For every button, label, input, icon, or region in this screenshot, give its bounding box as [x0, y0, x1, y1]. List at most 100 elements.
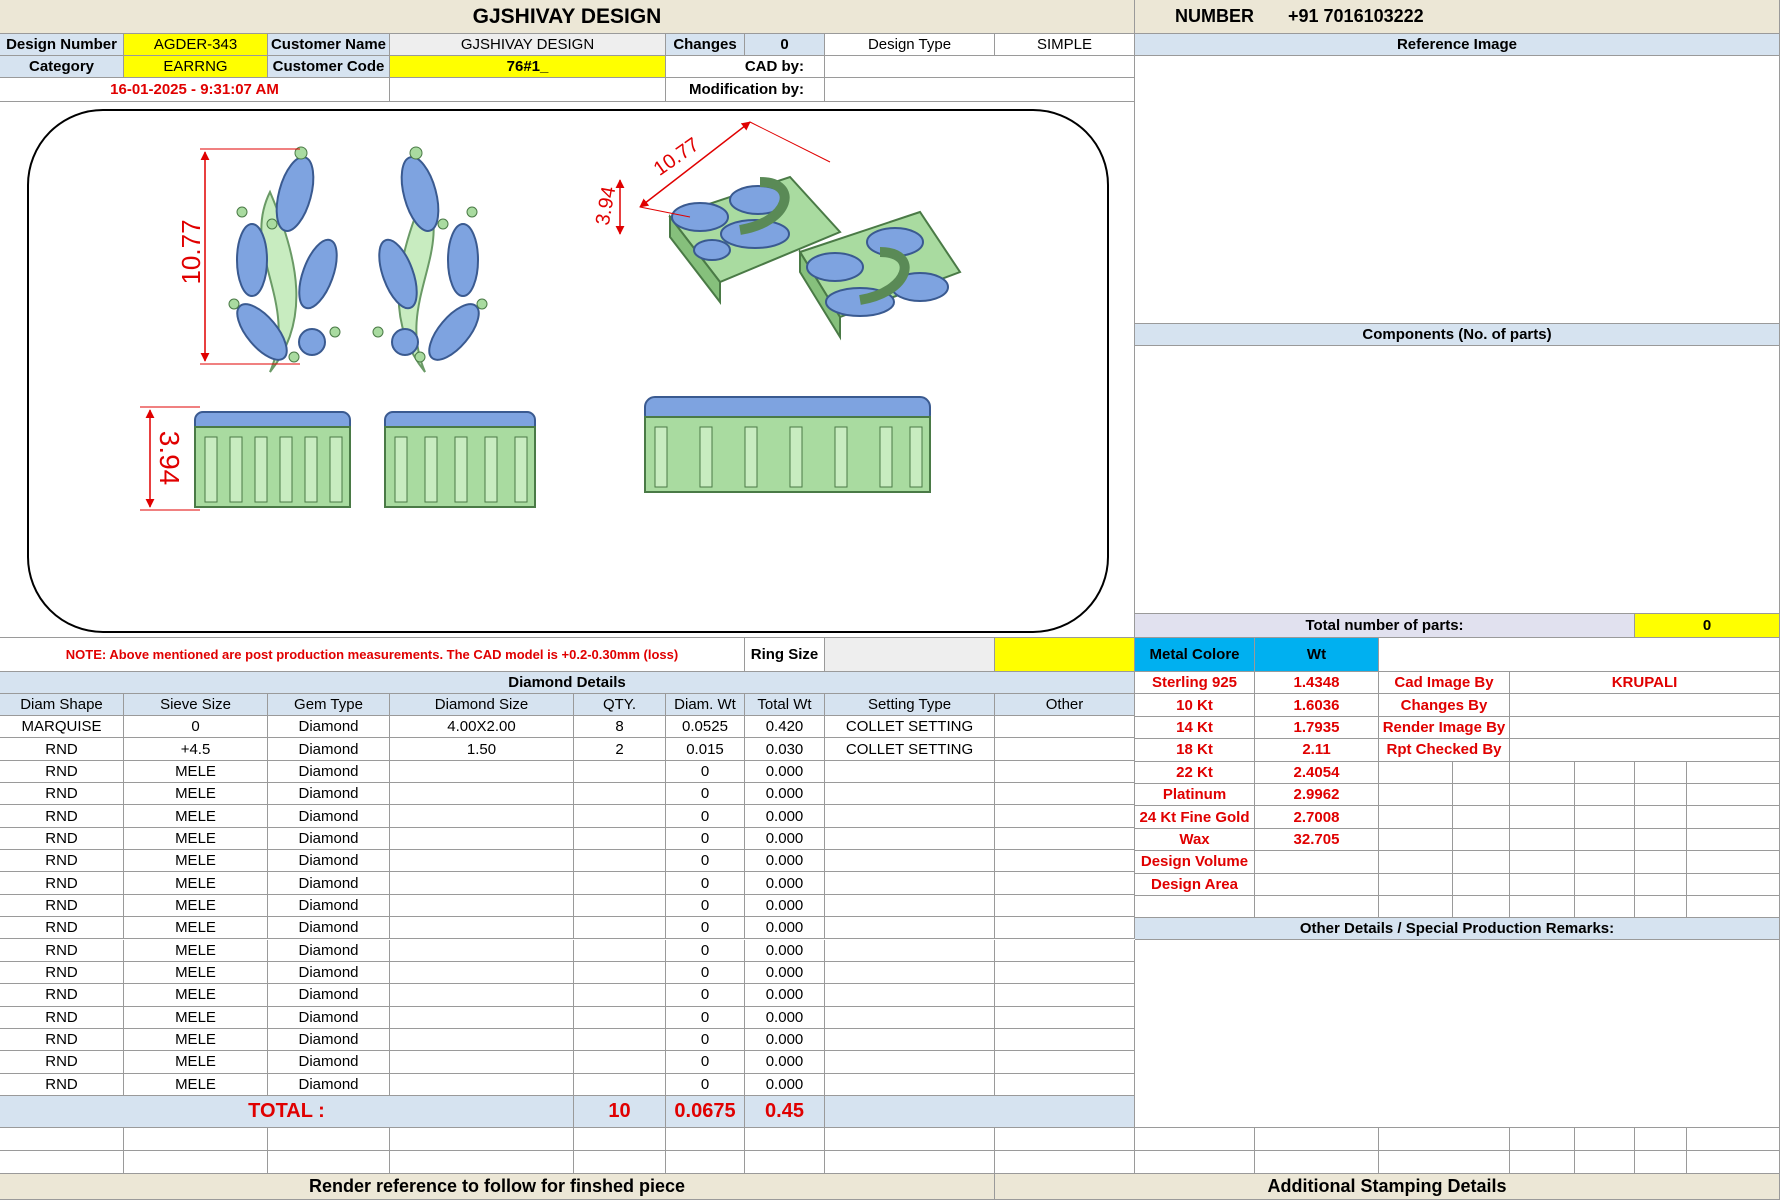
earring-side-view-right	[384, 411, 536, 508]
table-cell	[390, 827, 574, 851]
customer-name-label: Customer Name	[268, 34, 390, 56]
table-cell: 0.000	[745, 872, 825, 895]
grid-blank	[1510, 761, 1575, 784]
table-cell	[574, 1028, 666, 1052]
blank-cell	[124, 1151, 268, 1174]
table-cell: RND	[0, 1073, 124, 1096]
table-cell: Diamond	[268, 760, 390, 784]
blank-cell	[268, 1128, 390, 1151]
table-cell: 0	[666, 1073, 745, 1096]
grid-blank	[1453, 851, 1510, 874]
total-label-cell: TOTAL :	[0, 1096, 574, 1128]
grid-blank	[1453, 806, 1510, 829]
table-cell	[825, 783, 995, 806]
table-cell	[995, 783, 1135, 806]
grid-blank	[1453, 828, 1510, 852]
table-cell: RND	[0, 805, 124, 828]
grid-blank	[1575, 851, 1635, 874]
table-cell: MELE	[124, 984, 268, 1007]
table-cell: RND	[0, 961, 124, 985]
table-cell: Diamond	[268, 872, 390, 895]
table-cell: Diamond	[268, 850, 390, 873]
table-cell	[825, 1051, 995, 1074]
table-cell: MELE	[124, 827, 268, 851]
table-cell: RND	[0, 850, 124, 873]
production-note: NOTE: Above mentioned are post productio…	[0, 638, 745, 672]
table-cell: Diamond	[268, 894, 390, 918]
table-cell	[995, 1028, 1135, 1052]
table-cell	[574, 939, 666, 962]
page-title: GJSHIVAY DESIGN	[0, 0, 1135, 34]
table-cell	[574, 872, 666, 895]
metal-weight: 1.7935	[1255, 716, 1379, 740]
dimension-height-label: 10.77	[176, 219, 206, 284]
grid-blank	[1687, 851, 1780, 874]
grid-blank	[1687, 873, 1780, 896]
blank-cell	[124, 1128, 268, 1151]
grid-blank	[1575, 761, 1635, 784]
grid-blank	[1379, 873, 1453, 896]
table-cell: 0	[666, 827, 745, 851]
total-label: TOTAL :	[248, 1100, 325, 1122]
grid-blank	[1687, 761, 1780, 784]
table-cell: MELE	[124, 783, 268, 806]
grid-blank	[1510, 806, 1575, 829]
table-cell	[995, 716, 1135, 739]
metal-name: 10 Kt	[1135, 694, 1255, 717]
table-cell: RND	[0, 917, 124, 940]
grid-blank	[1453, 896, 1510, 919]
table-cell: RND	[0, 1051, 124, 1074]
grid-blank	[1635, 784, 1687, 807]
table-cell: Diamond	[268, 961, 390, 985]
table-cell	[995, 894, 1135, 918]
grid-blank	[1379, 896, 1453, 919]
table-cell: RND	[0, 984, 124, 1007]
table-cell: 0	[666, 760, 745, 784]
customer-code-label: Customer Code	[268, 56, 390, 78]
timestamp: 16-01-2025 - 9:31:07 AM	[0, 78, 390, 102]
grid-blank	[1635, 828, 1687, 852]
table-cell: 8	[574, 716, 666, 739]
modification-by-value	[825, 78, 1135, 102]
table-cell: 0.000	[745, 827, 825, 851]
table-cell: COLLET SETTING	[825, 716, 995, 739]
grid-blank	[1510, 784, 1575, 807]
cad-drawing: 10.77 10.77 3.94 3.94	[27, 109, 1109, 633]
total-diam-wt-cell: 0.0675	[666, 1096, 745, 1128]
table-cell	[574, 805, 666, 828]
number-value: +91 7016103222	[1288, 6, 1424, 26]
metal-name: 14 Kt	[1135, 716, 1255, 740]
table-cell: 0.015	[666, 738, 745, 761]
table-cell	[390, 783, 574, 806]
blank-cell	[0, 1151, 124, 1174]
blank-cell	[1379, 1128, 1510, 1151]
table-cell	[390, 961, 574, 985]
blank-cell	[1575, 1151, 1635, 1174]
table-cell: 4.00X2.00	[390, 716, 574, 739]
metal-weight	[1255, 851, 1379, 874]
table-cell: 0	[666, 872, 745, 895]
wt-header: Wt	[1255, 638, 1379, 672]
table-cell: RND	[0, 939, 124, 962]
table-cell	[995, 805, 1135, 828]
blank-cell	[574, 1151, 666, 1174]
table-cell	[825, 961, 995, 985]
blank-cell	[745, 1151, 825, 1174]
table-cell: MELE	[124, 917, 268, 940]
metal-name: 24 Kt Fine Gold	[1135, 806, 1255, 829]
total-parts-value: 0	[1635, 614, 1780, 638]
table-cell	[825, 850, 995, 873]
table-cell	[825, 1073, 995, 1096]
blank-cell	[1510, 1151, 1575, 1174]
table-cell	[574, 894, 666, 918]
table-cell	[995, 1006, 1135, 1029]
blank-cell	[0, 1128, 124, 1151]
grid-blank	[1510, 828, 1575, 852]
ring-size-label: Ring Size	[745, 638, 825, 672]
components-area	[1135, 346, 1780, 614]
column-header: Diamond Size	[390, 694, 574, 716]
column-header: Sieve Size	[124, 694, 268, 716]
grid-blank	[1575, 828, 1635, 852]
table-cell: MELE	[124, 1028, 268, 1052]
blank-cell	[1379, 1151, 1510, 1174]
